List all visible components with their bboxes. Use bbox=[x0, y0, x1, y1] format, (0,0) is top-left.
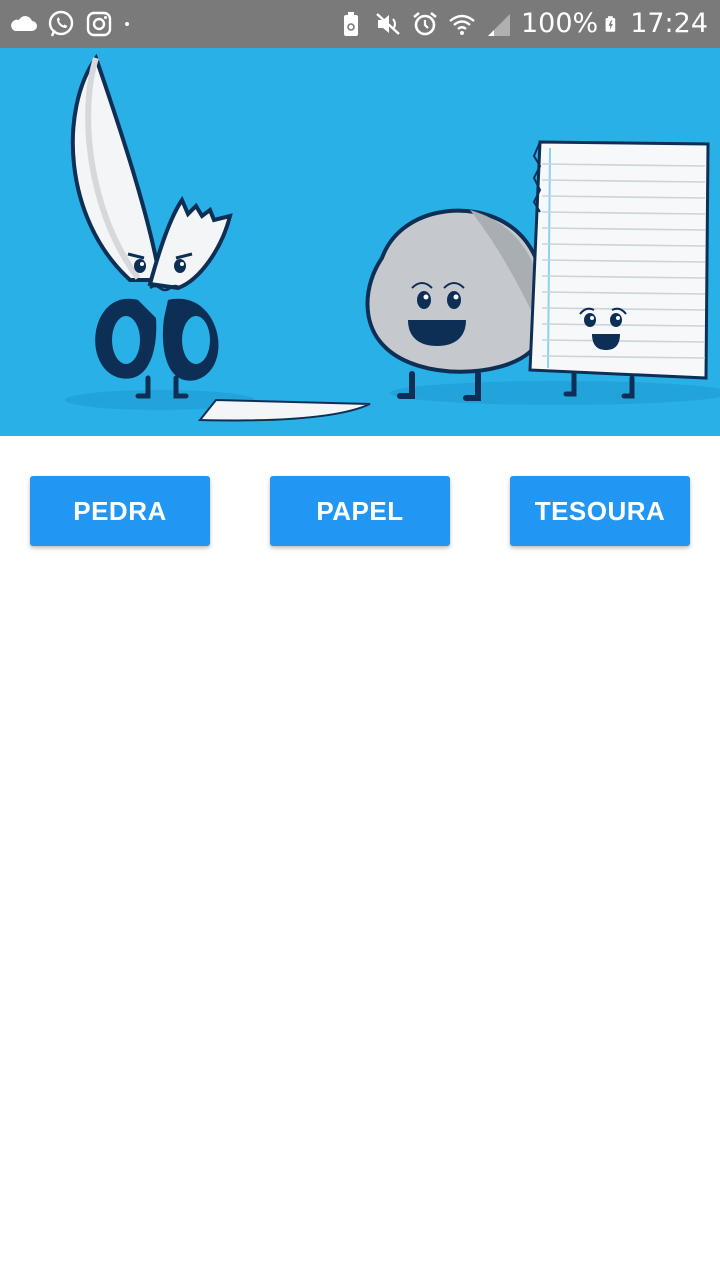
choice-buttons: PEDRA PAPEL TESOURA bbox=[0, 476, 720, 546]
battery-charging-icon bbox=[605, 16, 616, 32]
paper-button[interactable]: PAPEL bbox=[270, 476, 450, 546]
dot-icon bbox=[125, 22, 129, 26]
rock-button[interactable]: PEDRA bbox=[30, 476, 210, 546]
battery-percent: 100% bbox=[520, 8, 599, 39]
hero-illustration bbox=[0, 48, 720, 436]
signal-icon bbox=[487, 14, 510, 36]
scissors-button[interactable]: TESOURA bbox=[510, 476, 690, 546]
clock: 17:24 bbox=[630, 8, 708, 39]
instagram-icon bbox=[86, 11, 112, 37]
wifi-icon bbox=[449, 14, 475, 35]
cloud-icon bbox=[11, 16, 37, 31]
status-bar: 100% 17:24 bbox=[0, 0, 720, 48]
status-bar-system: 100% 17:24 bbox=[336, 0, 708, 48]
status-bar-notifications bbox=[8, 9, 132, 39]
whatsapp-icon bbox=[48, 10, 74, 37]
alarm-icon bbox=[413, 11, 437, 36]
rock-paper-scissors-illustration bbox=[0, 48, 720, 436]
battery-saver-icon bbox=[343, 12, 358, 36]
mute-icon bbox=[376, 13, 400, 35]
paper-character bbox=[528, 140, 710, 399]
